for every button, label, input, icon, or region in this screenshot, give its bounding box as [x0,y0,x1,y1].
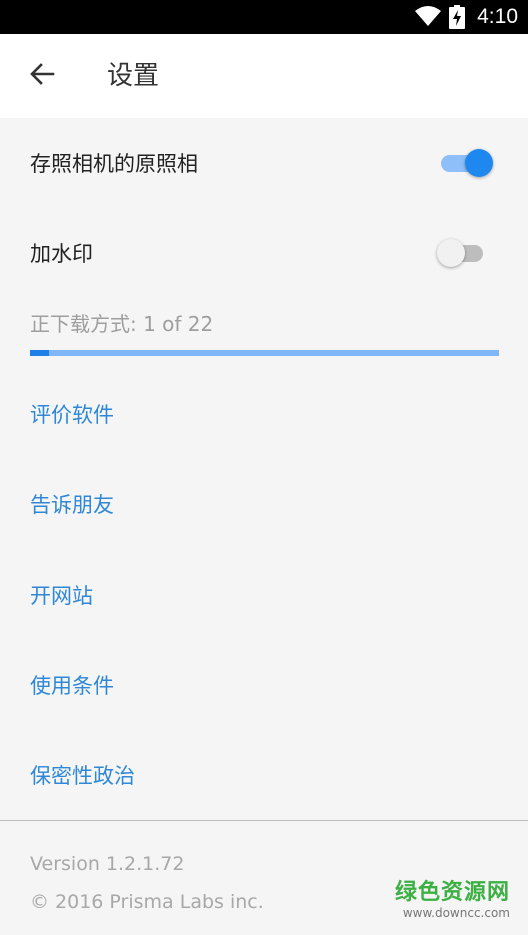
page-title: 设置 [107,61,160,91]
setting-watermark-label: 加水印 [30,242,93,266]
download-progress-fill [30,350,49,356]
site-watermark: 绿色资源网 www.downcc.com [390,880,510,920]
link-terms-of-use-label: 使用条件 [30,674,114,698]
back-button[interactable] [22,56,62,96]
save-original-toggle[interactable] [435,148,495,178]
link-terms-of-use[interactable]: 使用条件 [0,640,528,730]
toggle-thumb [465,149,493,177]
download-progress-bar [30,350,499,356]
toggle-thumb [437,239,465,267]
arrow-left-icon [29,61,55,91]
link-open-website[interactable]: 开网站 [0,550,528,640]
link-privacy-policy-label: 保密性政治 [30,764,135,788]
setting-save-original-label: 存照相机的原照相 [30,152,198,176]
link-tell-friends[interactable]: 告诉朋友 [0,459,528,549]
watermark-main-text: 绿色资源网 [394,880,510,905]
download-status-text: 正下载方式: 1 of 22 [30,312,214,336]
status-time: 4:10 [477,5,518,28]
link-open-website-label: 开网站 [30,584,93,608]
watermark-toggle[interactable] [435,238,495,268]
wifi-icon [414,5,442,31]
watermark-url-text: www.downcc.com [402,906,510,920]
copyright-text: © 2016 Prisma Labs inc. [30,891,264,913]
version-text: Version 1.2.1.72 [30,853,185,875]
setting-save-original-row[interactable]: 存照相机的原照相 [0,118,528,208]
battery-charging-icon [449,5,465,33]
link-rate-app-label: 评价软件 [30,403,114,427]
app-bar: 设置 [0,34,528,118]
link-tell-friends-label: 告诉朋友 [30,493,114,517]
setting-watermark-row[interactable]: 加水印 [0,208,528,298]
status-bar: 4:10 [0,0,528,34]
footer-divider [0,820,528,821]
link-rate-app[interactable]: 评价软件 [0,369,528,459]
link-privacy-policy[interactable]: 保密性政治 [0,730,528,820]
